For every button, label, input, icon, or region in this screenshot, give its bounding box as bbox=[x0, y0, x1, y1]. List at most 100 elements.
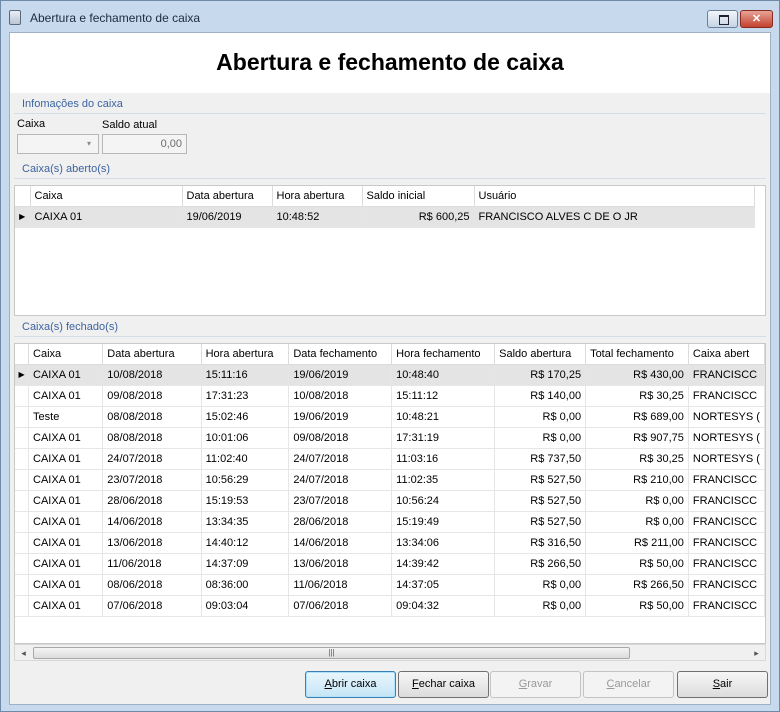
column-header[interactable]: Hora abertura bbox=[201, 344, 290, 365]
table-cell[interactable]: CAIXA 01 bbox=[28, 574, 104, 596]
table-cell[interactable]: 23/07/2018 bbox=[102, 469, 202, 491]
table-cell[interactable]: 08:36:00 bbox=[201, 574, 290, 596]
table-cell[interactable]: 17:31:23 bbox=[201, 385, 290, 407]
table-cell[interactable]: R$ 737,50 bbox=[494, 448, 587, 470]
column-header[interactable]: Caixa bbox=[30, 186, 183, 207]
close-button[interactable]: ✕ bbox=[740, 10, 773, 28]
table-cell[interactable]: 15:19:53 bbox=[201, 490, 290, 512]
table-cell[interactable]: R$ 527,50 bbox=[494, 511, 587, 533]
table-cell[interactable]: 15:11:16 bbox=[201, 364, 290, 386]
table-cell[interactable]: R$ 689,00 bbox=[585, 406, 689, 428]
table-cell[interactable]: R$ 0,00 bbox=[585, 511, 689, 533]
scroll-right-icon[interactable]: ▸ bbox=[749, 646, 764, 660]
table-cell[interactable]: 15:19:49 bbox=[391, 511, 496, 533]
table-cell[interactable]: 14/06/2018 bbox=[288, 532, 393, 554]
table-cell[interactable]: R$ 907,75 bbox=[585, 427, 689, 449]
gravar-button[interactable]: Gravar bbox=[490, 671, 581, 698]
table-row[interactable]: CAIXA 01 09/08/2018 17:31:23 10/08/2018 15:1… bbox=[15, 385, 765, 407]
table-cell[interactable]: 08/08/2018 bbox=[102, 406, 202, 428]
column-header[interactable]: Hora abertura bbox=[272, 186, 363, 207]
table-cell[interactable]: 19/06/2019 bbox=[288, 364, 393, 386]
table-cell[interactable]: 28/06/2018 bbox=[288, 511, 393, 533]
table-cell[interactable]: CAIXA 01 bbox=[28, 490, 104, 512]
table-cell[interactable]: 11:03:16 bbox=[391, 448, 496, 470]
title-bar[interactable]: Abertura e fechamento de caixa ✕ bbox=[1, 1, 779, 32]
abrir-caixa-button[interactable]: Abrir caixa bbox=[305, 671, 396, 698]
table-cell[interactable]: 09/08/2018 bbox=[288, 427, 393, 449]
table-cell[interactable]: CAIXA 01 bbox=[28, 427, 104, 449]
table-row[interactable]: CAIXA 01 11/06/2018 14:37:09 13/06/2018 14:3… bbox=[15, 553, 765, 575]
table-cell[interactable]: CAIXA 01 bbox=[30, 206, 183, 228]
table-cell[interactable]: R$ 170,25 bbox=[494, 364, 587, 386]
table-cell[interactable]: 10:56:29 bbox=[201, 469, 290, 491]
table-cell[interactable]: 10:48:52 bbox=[272, 206, 363, 228]
column-header[interactable]: Saldo abertura bbox=[494, 344, 587, 365]
horizontal-scrollbar[interactable]: ◂ ||| ▸ bbox=[14, 644, 766, 661]
table-cell[interactable]: 09:03:04 bbox=[201, 595, 290, 617]
table-cell[interactable]: 11:02:40 bbox=[201, 448, 290, 470]
table-cell[interactable]: R$ 50,00 bbox=[585, 553, 689, 575]
table-cell[interactable]: 10:48:21 bbox=[391, 406, 496, 428]
table-row[interactable]: CAIXA 01 24/07/2018 11:02:40 24/07/2018 11:0… bbox=[15, 448, 765, 470]
table-row[interactable]: CAIXA 01 07/06/2018 09:03:04 07/06/2018 09:0… bbox=[15, 595, 765, 617]
table-cell[interactable]: FRANCISCC bbox=[688, 385, 765, 407]
table-cell[interactable]: NORTESYS ( bbox=[688, 448, 765, 470]
table-cell[interactable]: 24/07/2018 bbox=[288, 448, 393, 470]
table-cell[interactable]: R$ 0,00 bbox=[494, 574, 587, 596]
fechados-grid[interactable]: Caixa Data abertura Hora abertura Data f… bbox=[14, 343, 766, 644]
table-cell[interactable]: R$ 0,00 bbox=[585, 490, 689, 512]
table-cell[interactable]: 11/06/2018 bbox=[102, 553, 202, 575]
table-cell[interactable]: FRANCISCC bbox=[688, 553, 765, 575]
table-cell[interactable]: R$ 30,25 bbox=[585, 448, 689, 470]
table-cell[interactable]: FRANCISCC bbox=[688, 490, 765, 512]
table-cell[interactable]: 14:37:09 bbox=[201, 553, 290, 575]
table-cell[interactable]: 11/06/2018 bbox=[288, 574, 393, 596]
scroll-thumb[interactable]: ||| bbox=[33, 647, 630, 659]
table-cell[interactable]: R$ 266,50 bbox=[585, 574, 689, 596]
saldo-field[interactable]: 0,00 bbox=[102, 134, 187, 154]
column-header[interactable]: Saldo inicial bbox=[362, 186, 475, 207]
table-cell[interactable]: R$ 266,50 bbox=[494, 553, 587, 575]
table-cell[interactable]: R$ 527,50 bbox=[494, 490, 587, 512]
column-header[interactable]: Caixa bbox=[28, 344, 104, 365]
table-cell[interactable]: 08/06/2018 bbox=[102, 574, 202, 596]
abertos-grid[interactable]: Caixa Data abertura Hora abertura Saldo … bbox=[14, 185, 766, 316]
table-cell[interactable]: R$ 316,50 bbox=[494, 532, 587, 554]
column-header[interactable]: Data abertura bbox=[102, 344, 202, 365]
table-cell[interactable]: 13/06/2018 bbox=[102, 532, 202, 554]
table-cell[interactable]: NORTESYS ( bbox=[688, 406, 765, 428]
table-row[interactable]: CAIXA 01 08/08/2018 10:01:06 09/08/2018 17:3… bbox=[15, 427, 765, 449]
table-cell[interactable]: R$ 211,00 bbox=[585, 532, 689, 554]
restore-button[interactable] bbox=[707, 10, 738, 28]
caixa-select[interactable]: ▾ bbox=[17, 134, 99, 154]
table-cell[interactable]: 13:34:35 bbox=[201, 511, 290, 533]
table-cell[interactable]: FRANCISCC bbox=[688, 595, 765, 617]
table-cell[interactable]: 14/06/2018 bbox=[102, 511, 202, 533]
table-cell[interactable]: 10/08/2018 bbox=[102, 364, 202, 386]
table-cell[interactable]: FRANCISCC bbox=[688, 532, 765, 554]
table-cell[interactable]: R$ 0,00 bbox=[494, 427, 587, 449]
table-cell[interactable]: 14:40:12 bbox=[201, 532, 290, 554]
table-cell[interactable]: CAIXA 01 bbox=[28, 364, 104, 386]
table-row[interactable]: CAIXA 01 13/06/2018 14:40:12 14/06/2018 13:3… bbox=[15, 532, 765, 554]
table-cell[interactable]: 09/08/2018 bbox=[102, 385, 202, 407]
table-cell[interactable]: CAIXA 01 bbox=[28, 448, 104, 470]
table-row[interactable]: CAIXA 01 14/06/2018 13:34:35 28/06/2018 15:1… bbox=[15, 511, 765, 533]
table-cell[interactable]: R$ 527,50 bbox=[494, 469, 587, 491]
table-cell[interactable]: 13/06/2018 bbox=[288, 553, 393, 575]
column-header[interactable]: Data abertura bbox=[182, 186, 273, 207]
table-cell[interactable]: R$ 0,00 bbox=[494, 406, 587, 428]
table-cell[interactable]: CAIXA 01 bbox=[28, 532, 104, 554]
table-cell[interactable]: 15:02:46 bbox=[201, 406, 290, 428]
fechar-caixa-button[interactable]: Fechar caixa bbox=[398, 671, 489, 698]
table-row[interactable]: CAIXA 01 23/07/2018 10:56:29 24/07/2018 11:0… bbox=[15, 469, 765, 491]
table-cell[interactable]: R$ 0,00 bbox=[494, 595, 587, 617]
table-cell[interactable]: CAIXA 01 bbox=[28, 595, 104, 617]
table-cell[interactable]: 28/06/2018 bbox=[102, 490, 202, 512]
table-cell[interactable]: R$ 600,25 bbox=[362, 206, 475, 228]
table-cell[interactable]: 15:11:12 bbox=[391, 385, 496, 407]
table-row[interactable]: Teste 08/08/2018 15:02:46 19/06/2019 10:48:2… bbox=[15, 406, 765, 428]
column-header[interactable]: Hora fechamento bbox=[391, 344, 496, 365]
table-cell[interactable]: 10/08/2018 bbox=[288, 385, 393, 407]
table-row[interactable]: CAIXA 01 28/06/2018 15:19:53 23/07/2018 10:5… bbox=[15, 490, 765, 512]
